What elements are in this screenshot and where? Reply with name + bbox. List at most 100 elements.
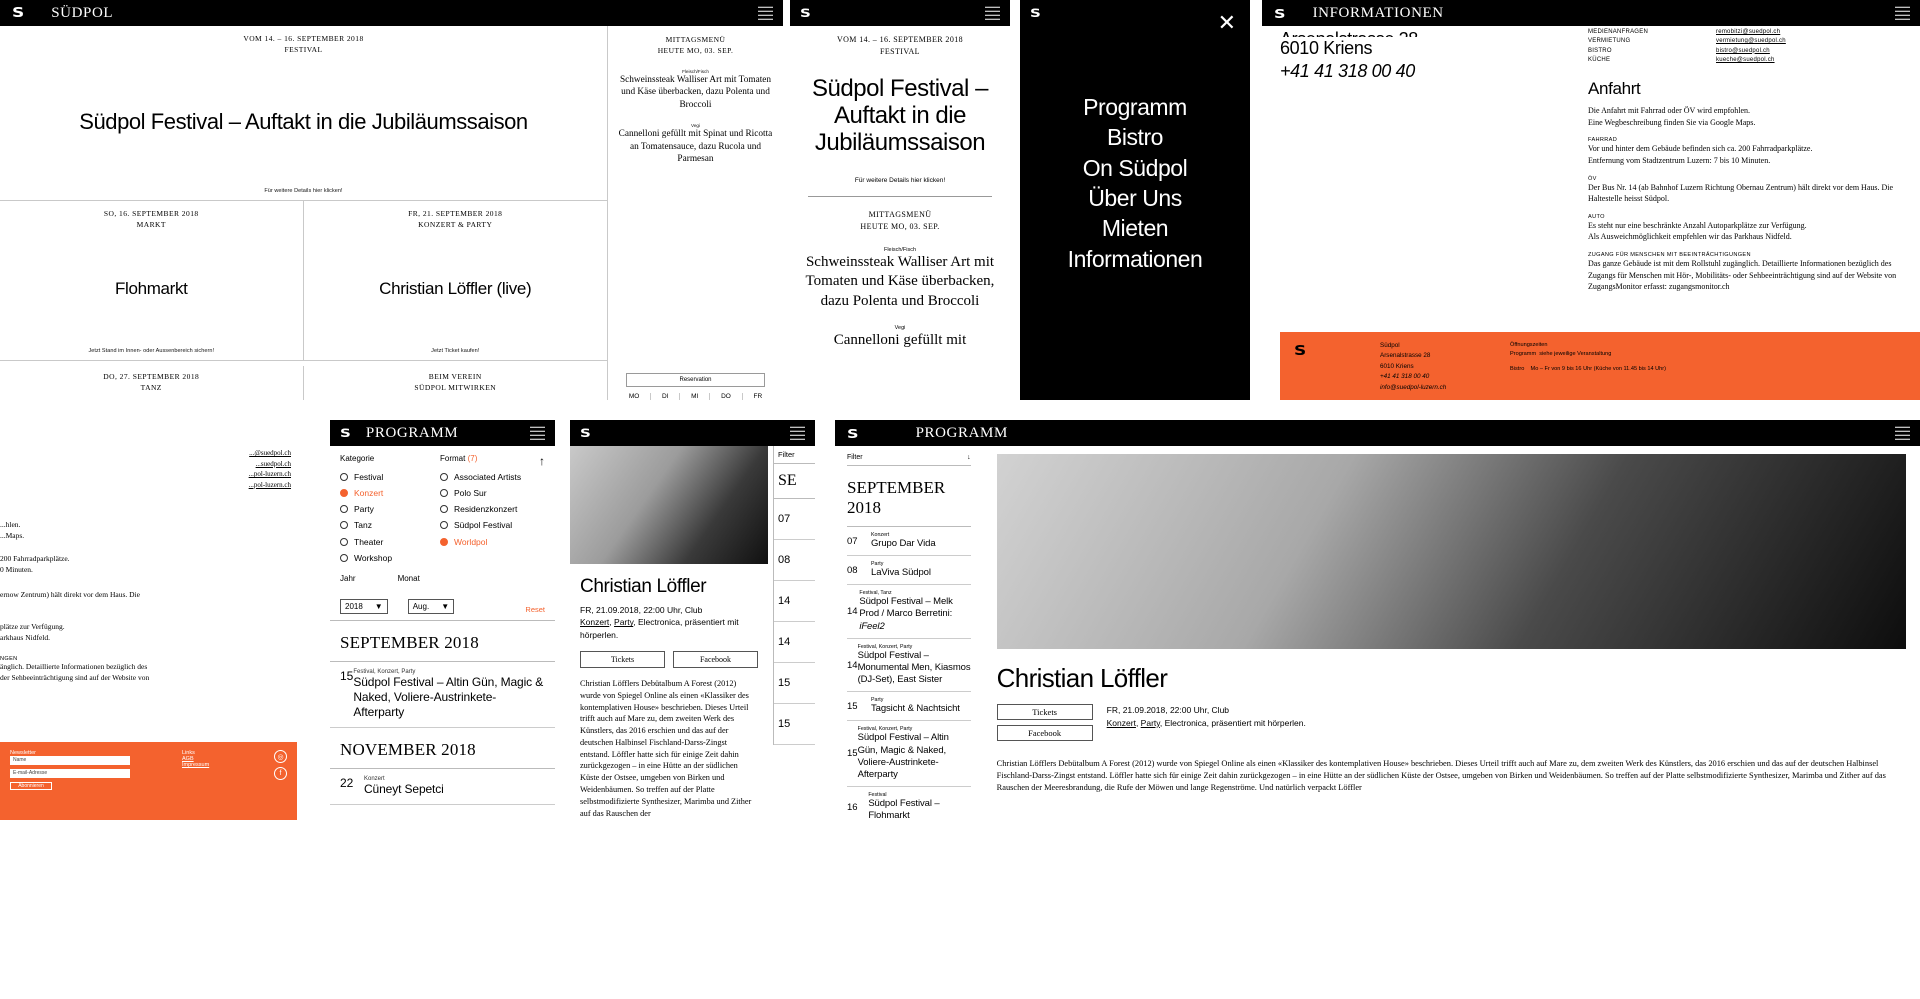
radio-konzert[interactable]: Konzert: [340, 485, 426, 501]
s-logo-icon[interactable]: S: [800, 6, 811, 20]
weekday-tabs[interactable]: MO DI MI DO FR: [614, 387, 777, 400]
nav-item-ueber-uns[interactable]: Über Uns: [1020, 183, 1250, 213]
arrow-down-icon[interactable]: ↓: [967, 454, 971, 461]
hamburger-icon[interactable]: [985, 4, 1000, 23]
contact-email[interactable]: remobitzi@suedpol.ch: [1716, 28, 1780, 37]
link-impressum[interactable]: Impressum: [182, 762, 274, 768]
topbar-home: S SÜDPOL: [0, 0, 783, 26]
radio-tanz[interactable]: Tanz: [340, 517, 426, 533]
radio-theater[interactable]: Theater: [340, 534, 426, 550]
monat-label: Monat: [397, 573, 420, 583]
filter-row[interactable]: Filter ↓: [847, 454, 971, 466]
rail-day[interactable]: 14: [774, 581, 815, 622]
weekday-fr[interactable]: FR: [743, 393, 773, 400]
hamburger-icon[interactable]: [530, 424, 545, 443]
tile-footnote[interactable]: Jetzt Ticket kaufen!: [314, 348, 598, 354]
rail-day[interactable]: 14: [774, 622, 815, 663]
tile-festival[interactable]: VOM 14. – 16. SEPTEMBER 2018 FESTIVAL Sü…: [0, 26, 607, 201]
contact-email[interactable]: ...pol-luzern.ch: [0, 480, 291, 491]
radio-festival[interactable]: Festival: [340, 469, 426, 485]
radio-label: Workshop: [354, 552, 393, 563]
contact-email[interactable]: bistro@suedpol.ch: [1716, 47, 1770, 56]
name-field[interactable]: Name: [10, 756, 130, 765]
tile-footnote[interactable]: Für weitere Details hier klicken!: [10, 188, 597, 194]
radio-worldpol[interactable]: Worldpol: [440, 534, 521, 550]
s-logo-icon[interactable]: S: [1030, 6, 1041, 20]
table-row[interactable]: 14 Festival, Konzert, Party Südpol Festiv…: [847, 639, 971, 693]
contact-email[interactable]: ...@suedpol.ch: [0, 448, 291, 459]
weekday-mi[interactable]: MI: [680, 393, 711, 400]
s-logo-icon[interactable]: S: [340, 426, 351, 440]
table-row[interactable]: 15 Party Tagsicht & Nachtsicht: [847, 692, 971, 722]
facebook-button[interactable]: Facebook: [673, 650, 758, 668]
contact-email[interactable]: kueche@suedpol.ch: [1716, 56, 1775, 65]
nav-item-mieten[interactable]: Mieten: [1020, 213, 1250, 243]
tickets-button[interactable]: Tickets: [996, 704, 1093, 720]
tile-verein[interactable]: BEIM VEREIN SÜDPOL MITWIRKEN: [304, 366, 608, 400]
hamburger-icon[interactable]: [758, 4, 773, 23]
email-field[interactable]: E-mail-Adresse: [10, 769, 130, 778]
rail-day[interactable]: 15: [774, 663, 815, 704]
rail-day[interactable]: 07: [774, 499, 815, 540]
tickets-button[interactable]: Tickets: [580, 650, 665, 668]
radio-residenzkonzert[interactable]: Residenzkonzert: [440, 501, 521, 517]
facebook-icon[interactable]: f: [274, 767, 287, 780]
filter-label[interactable]: Filter: [774, 446, 815, 464]
link-konzert[interactable]: Konzert: [1107, 718, 1136, 728]
radio-workshop[interactable]: Workshop: [340, 550, 426, 566]
contact-label: VERMIETUNG: [1588, 38, 1631, 45]
arrow-up-icon[interactable]: ↑: [539, 454, 545, 468]
weekday-do[interactable]: DO: [710, 393, 743, 400]
table-row[interactable]: 08 Party LaViva Südpol: [847, 556, 971, 586]
s-logo-icon[interactable]: S: [1274, 6, 1286, 21]
s-logo-icon[interactable]: S: [847, 426, 859, 441]
reset-button[interactable]: Reset: [525, 605, 545, 614]
subscribe-button[interactable]: Abonnieren: [10, 782, 52, 790]
jahr-select[interactable]: 2018 ▼: [340, 598, 388, 614]
link-party[interactable]: Party: [1141, 718, 1160, 728]
hamburger-icon[interactable]: [1895, 424, 1910, 443]
s-logo-icon[interactable]: S: [12, 5, 24, 21]
radio-polo-sur[interactable]: Polo Sur: [440, 485, 521, 501]
contact-email[interactable]: vermietung@suedpol.ch: [1716, 37, 1786, 46]
footer-email[interactable]: info@suedpol-luzern.ch: [1380, 383, 1510, 393]
instagram-icon[interactable]: ◎: [274, 750, 287, 763]
rail-day[interactable]: 15: [774, 704, 815, 745]
s-logo-icon[interactable]: S: [580, 426, 591, 440]
tile-footnote[interactable]: Jetzt Stand im Innen- oder Aussenbereich…: [10, 348, 293, 354]
link-party[interactable]: Party: [614, 617, 633, 627]
nav-item-programm[interactable]: Programm: [1020, 92, 1250, 122]
radio-associated-artists[interactable]: Associated Artists: [440, 469, 521, 485]
radio-party[interactable]: Party: [340, 501, 426, 517]
tile-loeffler[interactable]: FR, 21. SEPTEMBER 2018 KONZERT & PARTY C…: [303, 201, 607, 361]
nav-item-bistro[interactable]: Bistro: [1020, 122, 1250, 152]
link-konzert[interactable]: Konzert: [580, 617, 609, 627]
details-link[interactable]: Für weitere Details hier klicken!: [804, 177, 996, 184]
tile-flohmarkt[interactable]: SO, 16. SEPTEMBER 2018 MARKT Flohmarkt J…: [0, 201, 304, 361]
contact-email[interactable]: ...pol-luzern.ch: [0, 469, 291, 480]
table-row[interactable]: 14 Festival, Tanz Südpol Festival – Melk …: [847, 585, 971, 639]
rail-day[interactable]: 08: [774, 540, 815, 581]
weekday-mo[interactable]: MO: [618, 393, 652, 400]
nav-item-on-suedpol[interactable]: On Südpol: [1020, 153, 1250, 183]
tile-tanz[interactable]: DO, 27. SEPTEMBER 2018 TANZ: [0, 366, 304, 400]
close-icon[interactable]: ✕: [1218, 12, 1236, 34]
list-item[interactable]: 15 Festival, Konzert, Party Südpol Festi…: [330, 662, 555, 728]
table-row[interactable]: 16 Festival Südpol Festival – Flohmarkt: [847, 787, 971, 820]
nav-item-informationen[interactable]: Informationen: [1020, 244, 1250, 274]
radio-suedpol-festival[interactable]: Südpol Festival: [440, 517, 521, 533]
footer-city: 6010 Kriens: [1380, 362, 1414, 370]
section-text-link[interactable]: ZugangsMonitor erfasst: zugangsmonitor.c…: [1588, 281, 1902, 293]
list-item[interactable]: 22 Konzert Cüneyt Sepetci: [330, 769, 555, 805]
monat-select[interactable]: Aug. ▼: [407, 598, 455, 614]
table-row[interactable]: 15 Festival, Konzert, Party Südpol Festiv…: [847, 721, 971, 788]
table-row[interactable]: 07 Konzert Grupo Dar Vida: [847, 527, 971, 557]
weekday-di[interactable]: DI: [651, 393, 681, 400]
reservation-button[interactable]: Reservation: [626, 373, 765, 387]
hamburger-icon[interactable]: [1895, 4, 1910, 23]
radio-label: Party: [354, 504, 374, 515]
contact-email[interactable]: ...suedpol.ch: [0, 459, 291, 470]
footer-logo[interactable]: S: [1294, 341, 1380, 391]
facebook-button[interactable]: Facebook: [996, 725, 1093, 741]
hamburger-icon[interactable]: [790, 424, 805, 443]
